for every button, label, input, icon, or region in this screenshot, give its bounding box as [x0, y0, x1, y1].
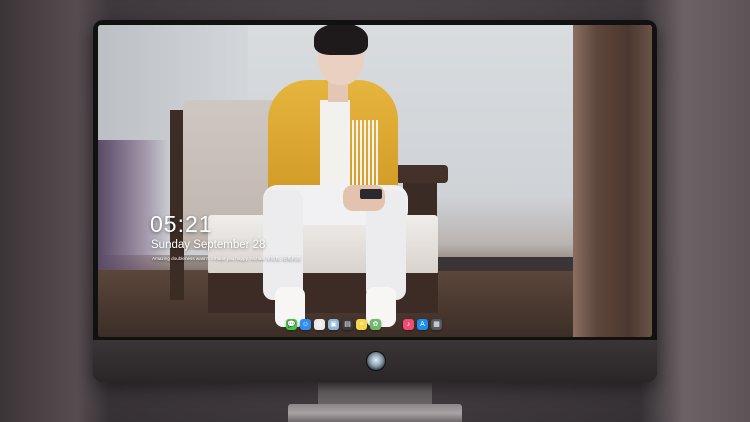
- person-fringe: [348, 120, 380, 190]
- app-store-icon-glyph: A: [420, 320, 425, 328]
- finder-icon-glyph: ☺: [301, 320, 310, 328]
- messages-icon[interactable]: 💬: [286, 318, 297, 330]
- person-hair: [314, 25, 368, 55]
- lock-date: Sunday September 28: [151, 239, 266, 251]
- person-phone: [360, 189, 382, 199]
- monitor-logo-icon: [366, 351, 386, 371]
- monitor-stand-base: [288, 404, 462, 422]
- briefcase-icon[interactable]: ▦: [431, 318, 442, 330]
- wallpaper-curtain: [573, 25, 652, 337]
- clapper-icon-glyph: ▤: [344, 320, 351, 328]
- preview-icon[interactable]: ▣: [328, 318, 339, 330]
- finder-icon[interactable]: ☺: [300, 318, 311, 330]
- person-shirt: [320, 100, 350, 190]
- music-icon-glyph: ♪: [406, 320, 411, 328]
- lock-clock: 05:21: [150, 211, 213, 237]
- chair-frame-left: [170, 110, 184, 300]
- wallpaper-baseboard: [418, 257, 578, 271]
- briefcase-icon-glyph: ▦: [433, 320, 440, 328]
- clapper-icon[interactable]: ▤: [342, 318, 353, 330]
- photos-icon[interactable]: ✿: [370, 318, 381, 330]
- preview-icon-glyph: ▣: [330, 320, 337, 328]
- monitor-stand-neck: [318, 382, 432, 406]
- photos-icon-glyph: ✿: [372, 320, 379, 328]
- music-icon[interactable]: ♪: [403, 318, 414, 330]
- lock-quote: Amazing doubleness wasn't, I made you ha…: [152, 256, 301, 261]
- lock-screen[interactable]: 05:21 Sunday September 28 Amazing double…: [98, 25, 652, 337]
- messages-icon-glyph: 💬: [287, 320, 296, 328]
- safari-icon[interactable]: ◎: [314, 318, 325, 330]
- dock: 💬 ☺ ◎ ▣ ▤ ≡ ✿ ♪ A ▦: [286, 316, 464, 332]
- safari-icon-glyph: ◎: [316, 320, 323, 328]
- notes-icon[interactable]: ≡: [356, 318, 367, 330]
- notes-icon-glyph: ≡: [359, 320, 364, 328]
- person-leg-left: [263, 190, 303, 300]
- app-store-icon[interactable]: A: [417, 318, 428, 330]
